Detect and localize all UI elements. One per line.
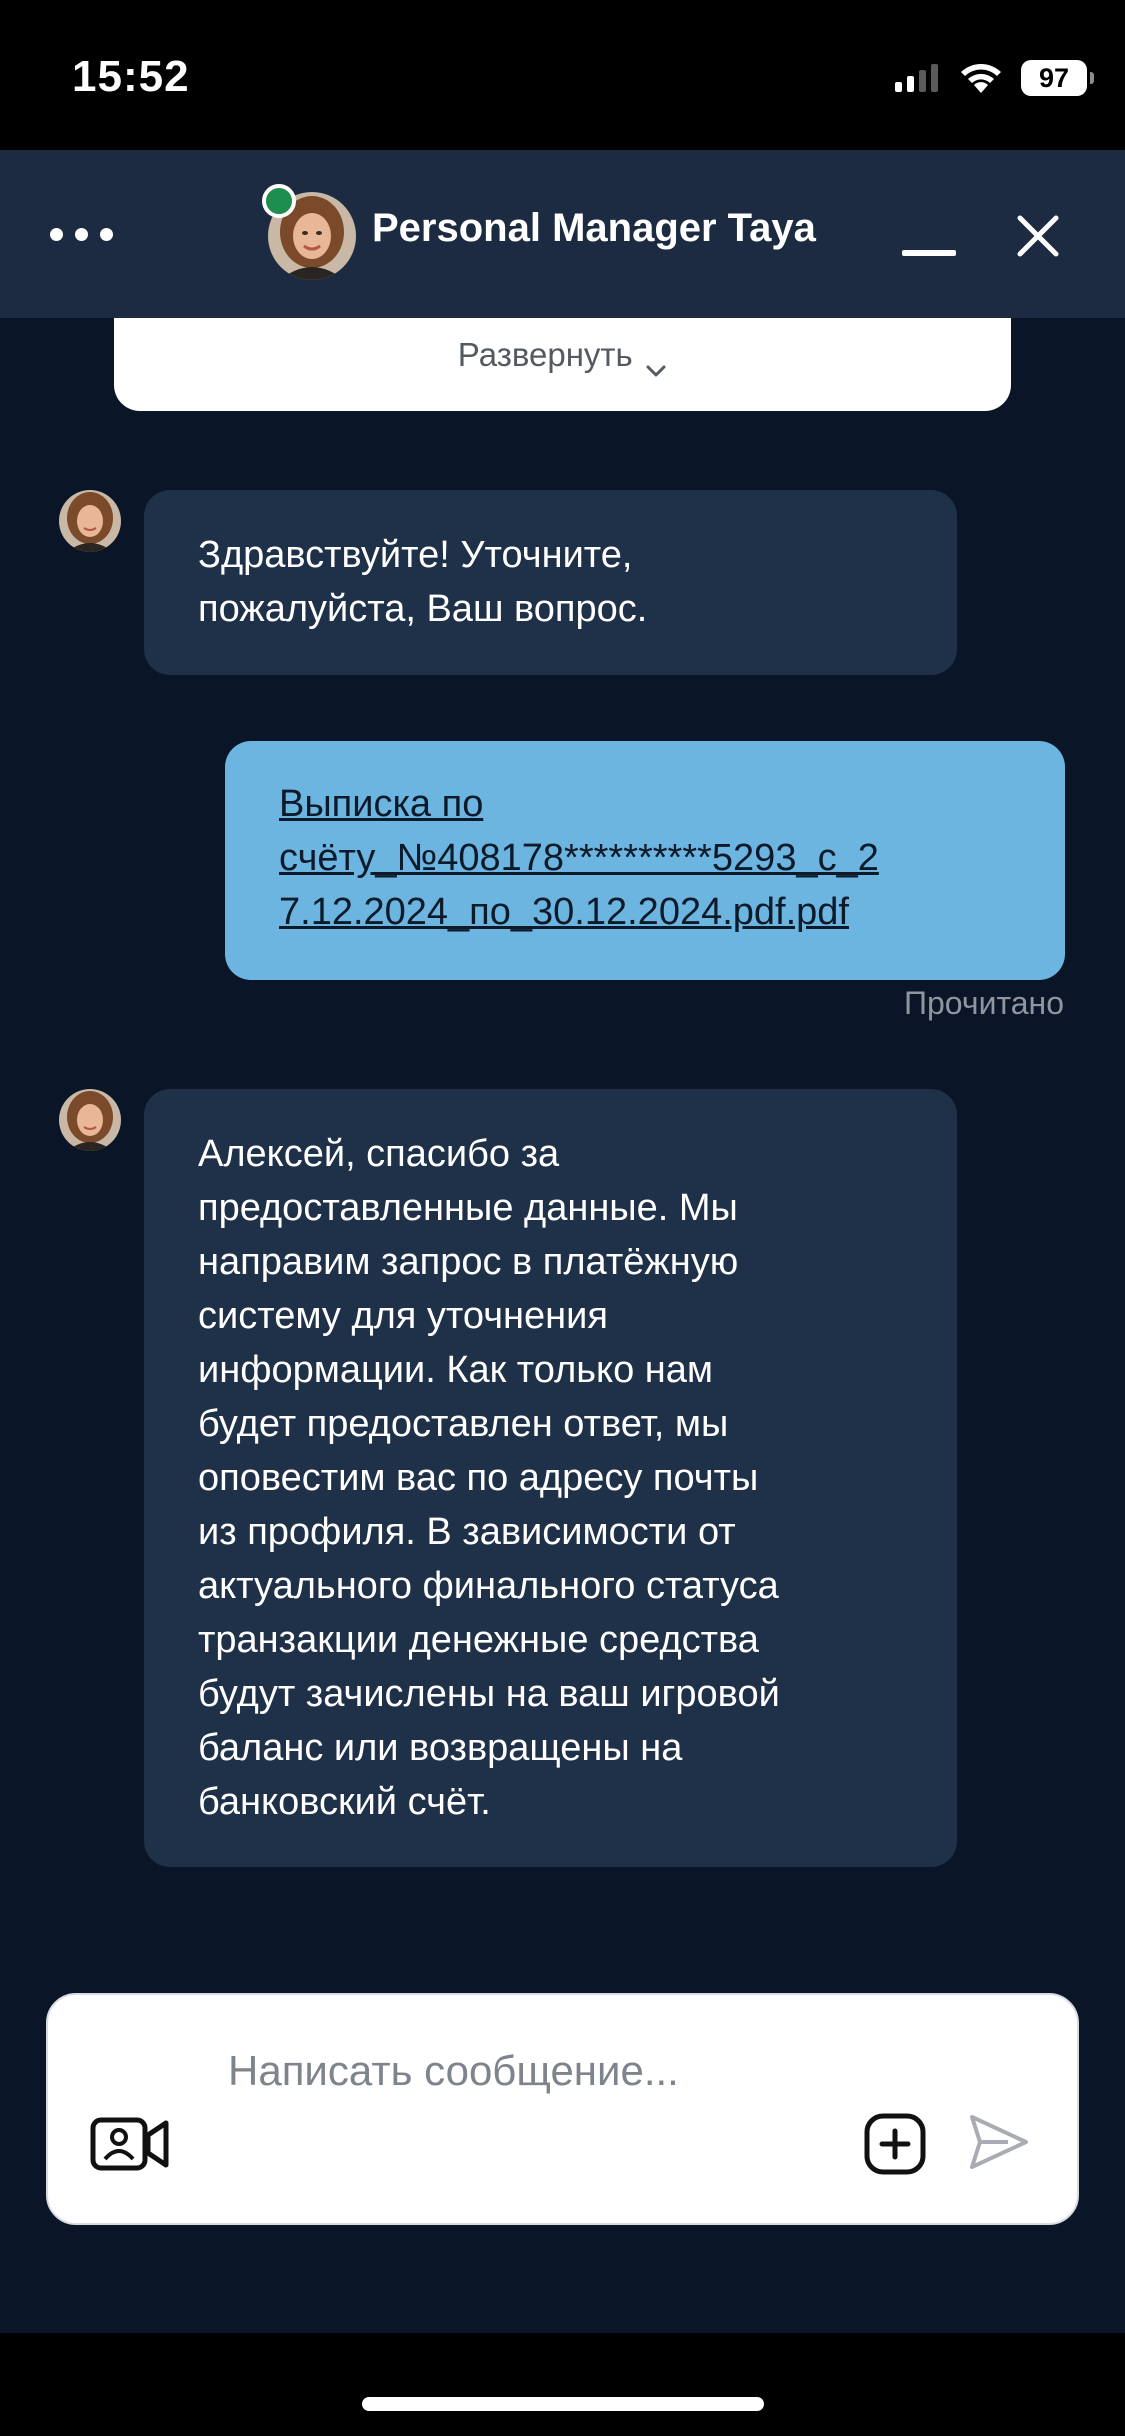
- message-text: транзакции денежные средства: [198, 1619, 759, 1661]
- status-icons: 97: [893, 60, 1094, 96]
- read-status: Прочитано: [904, 985, 1064, 1021]
- add-attachment-icon[interactable]: [864, 2113, 926, 2175]
- status-bar: 15:52 97: [0, 0, 1125, 150]
- message-text: информации. Как только нам: [198, 1349, 714, 1391]
- expand-label: Развернуть: [457, 336, 633, 373]
- message-text: оповестим вас по адресу почты: [198, 1457, 759, 1499]
- close-button[interactable]: [1016, 214, 1060, 258]
- message-bubble-incoming: Здравствуйте! Уточните, пожалуйста, Ваш …: [144, 490, 957, 675]
- more-dot: [75, 227, 88, 241]
- send-icon[interactable]: [968, 2113, 1030, 2171]
- file-name-line: счёту_№408178**********5293_с_2: [279, 837, 879, 879]
- message-text: из профиля. В зависимости от: [198, 1511, 736, 1553]
- more-options-button[interactable]: [50, 212, 130, 256]
- chat-screen: 15:52 97 Personal Manager Taya Развернут…: [0, 0, 1125, 2436]
- message-text: направим запрос в платёжную: [198, 1241, 739, 1283]
- expand-card[interactable]: Развернуть: [114, 318, 1011, 411]
- message-composer: [46, 1993, 1079, 2225]
- home-indicator[interactable]: [362, 2397, 764, 2411]
- more-dot: [100, 227, 113, 241]
- message-text: предоставленные данные. Мы: [198, 1187, 738, 1229]
- message-bubble-outgoing: Выписка по счёту_№408178**********5293_с…: [225, 741, 1065, 980]
- status-time: 15:52: [72, 52, 190, 101]
- avatar: [59, 1089, 121, 1151]
- message-text: банковский счёт.: [198, 1781, 491, 1823]
- wifi-icon: [961, 64, 1001, 93]
- video-call-icon[interactable]: [90, 2117, 170, 2171]
- message-text: будут зачислены на ваш игровой: [198, 1673, 780, 1715]
- chat-header: Personal Manager Taya: [0, 150, 1125, 318]
- message-input[interactable]: [228, 2035, 868, 2185]
- avatar: [59, 490, 121, 552]
- cellular-signal-icon: [895, 64, 938, 92]
- minimize-button[interactable]: [902, 250, 956, 256]
- file-name-line: 7.12.2024_по_30.12.2024.pdf.pdf: [279, 891, 849, 933]
- chat-title: Personal Manager Taya: [372, 206, 816, 250]
- message-text: баланс или возвращены на: [198, 1727, 683, 1769]
- chevron-down-icon: [646, 365, 666, 377]
- message-bubble-incoming: Алексей, спасибо за предоставленные данн…: [144, 1089, 957, 1867]
- bottom-bar: [0, 2333, 1125, 2436]
- message-text: систему для уточнения: [198, 1295, 608, 1337]
- message-text: пожалуйста, Ваш вопрос.: [198, 588, 648, 630]
- message-text: будет предоставлен ответ, мы: [198, 1403, 729, 1445]
- message-text: актуального финального статуса: [198, 1565, 779, 1607]
- online-status-dot: [262, 184, 296, 218]
- message-text: Алексей, спасибо за: [198, 1133, 560, 1175]
- file-name-line: Выписка по: [279, 783, 484, 825]
- attachment-file-link[interactable]: Выписка по счёту_№408178**********5293_с…: [279, 777, 1011, 939]
- battery-indicator: 97: [1021, 60, 1094, 96]
- more-dots-icon: [50, 227, 63, 241]
- message-text: Здравствуйте! Уточните,: [198, 534, 633, 576]
